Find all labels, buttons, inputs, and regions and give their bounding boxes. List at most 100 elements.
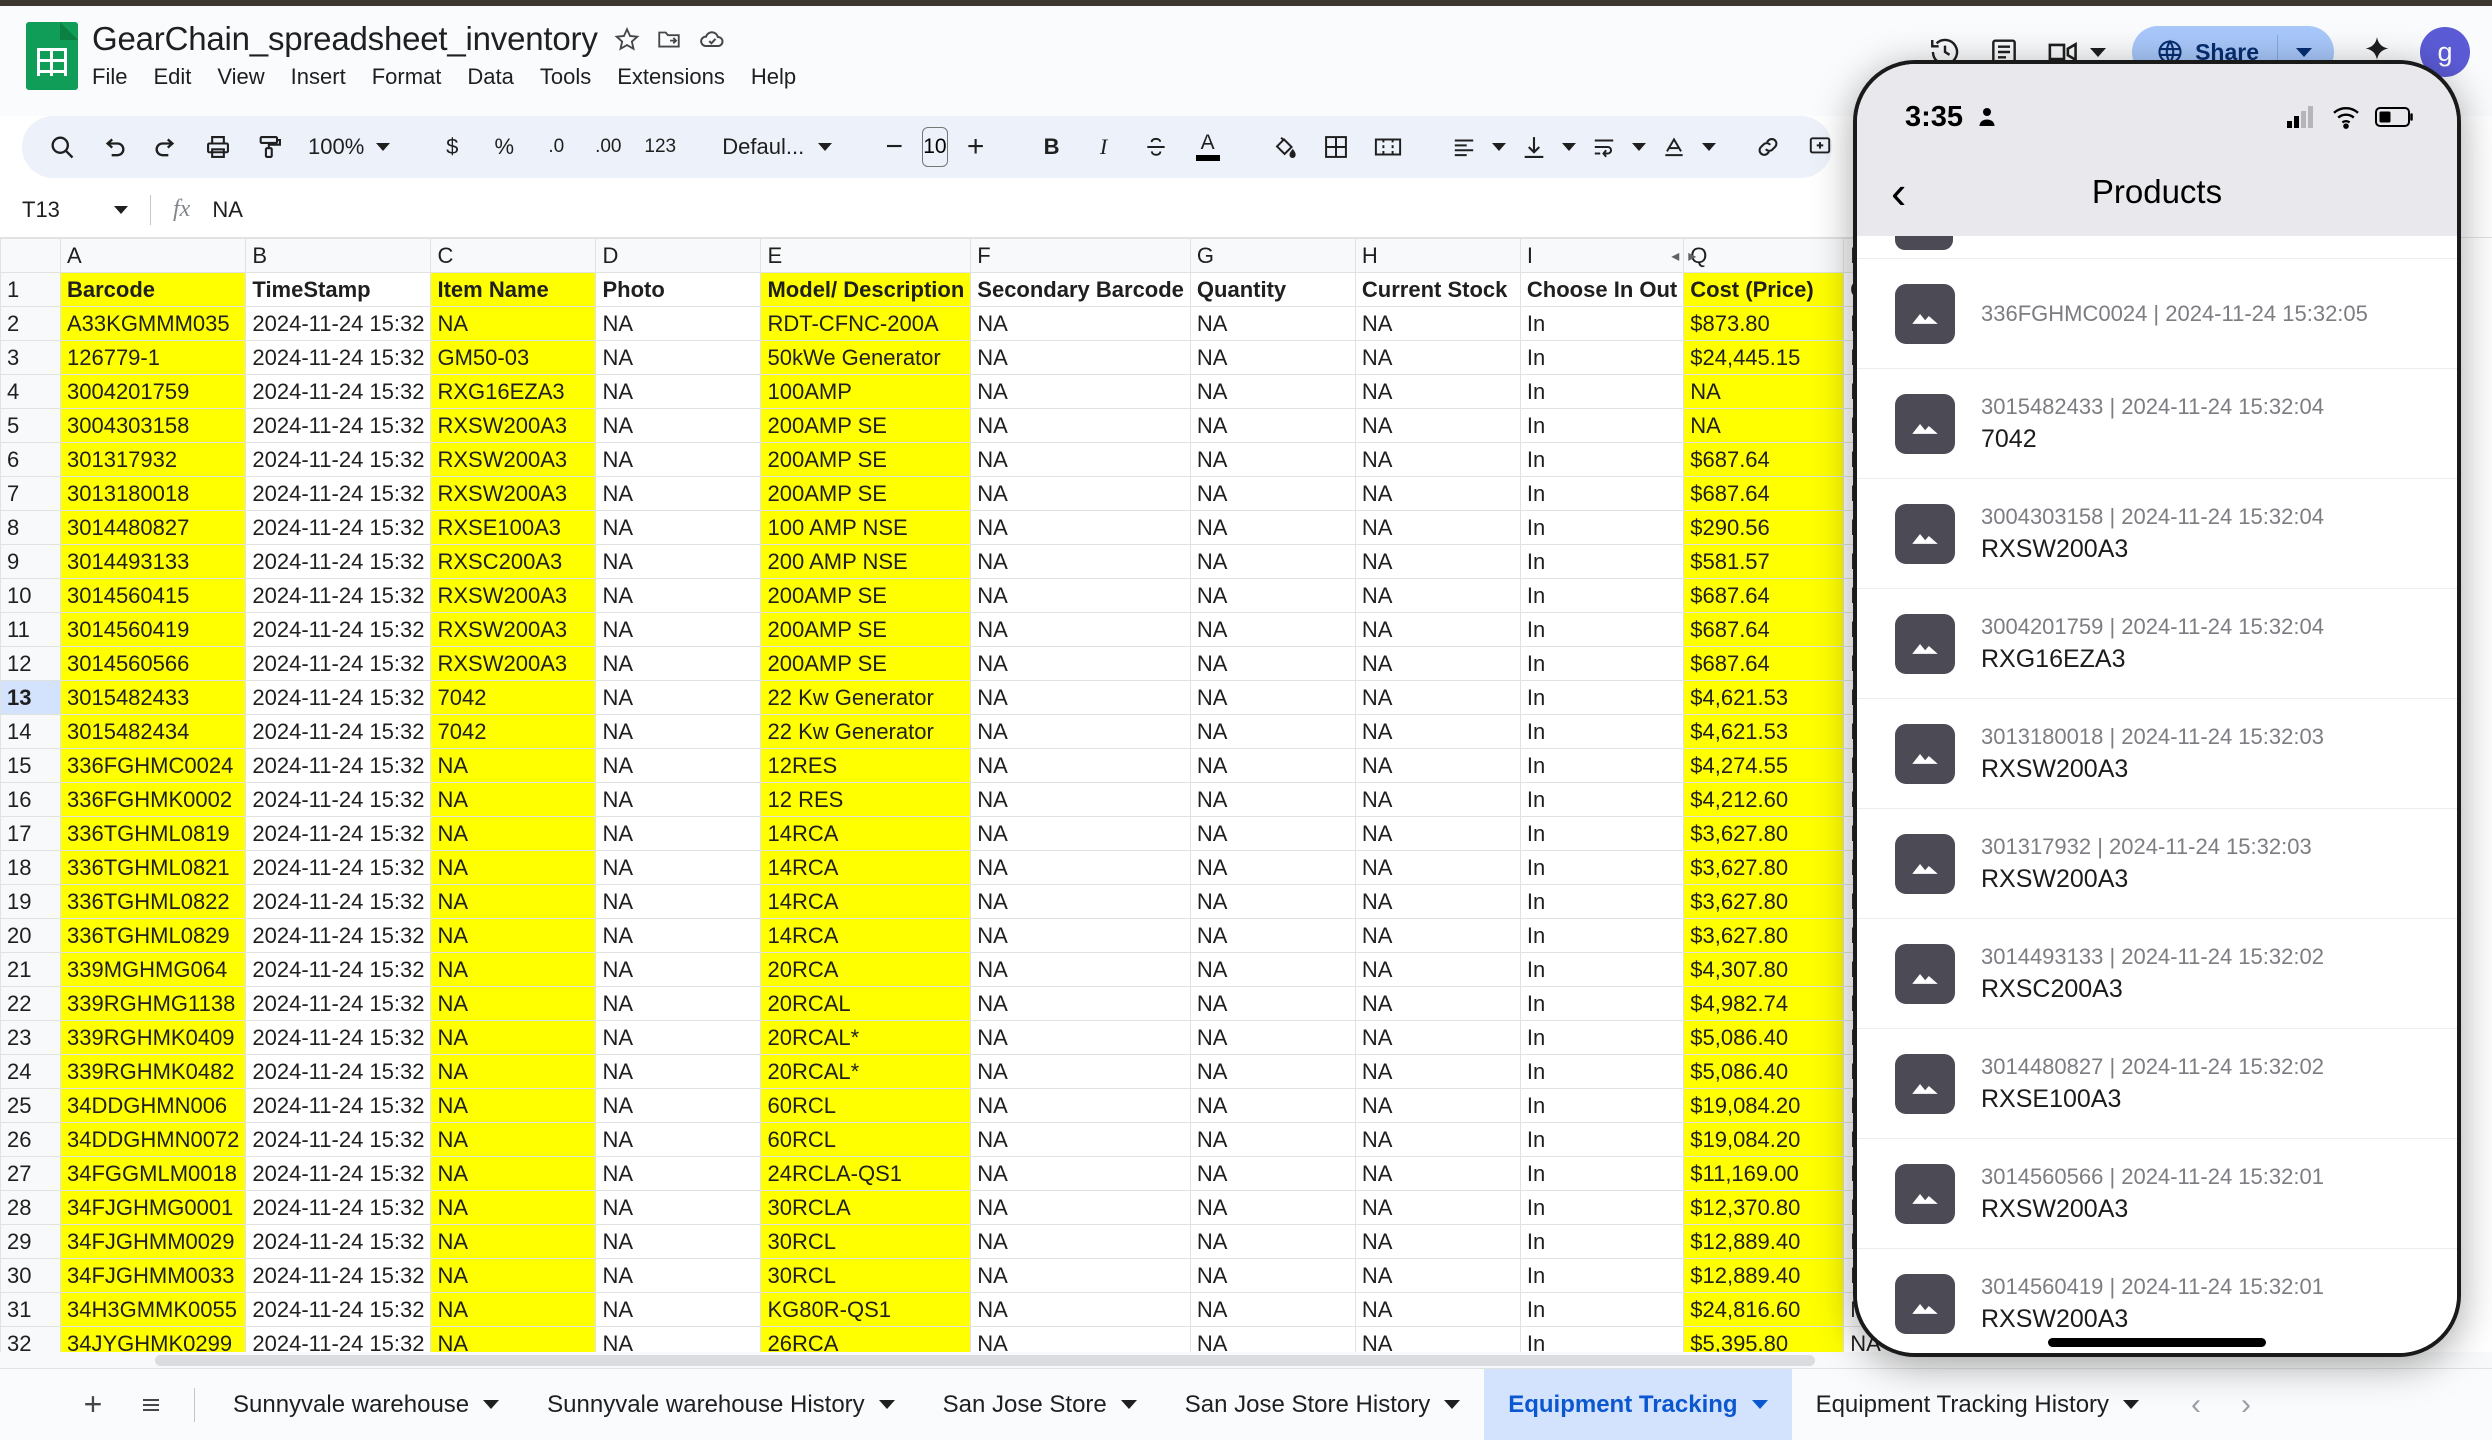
- menu-format[interactable]: Format: [372, 64, 442, 90]
- cell-H21[interactable]: NA: [1354, 952, 1521, 987]
- italic-button[interactable]: I: [1080, 123, 1128, 171]
- column-header-F[interactable]: F: [970, 238, 1191, 273]
- cell-B12[interactable]: 2024-11-24 15:32: [245, 646, 432, 681]
- document-title[interactable]: GearChain_spreadsheet_inventory: [92, 20, 598, 58]
- cell-C3[interactable]: GM50-03: [430, 340, 597, 375]
- bold-button[interactable]: B: [1028, 123, 1076, 171]
- cloud-saved-icon[interactable]: [698, 25, 726, 53]
- cell-B10[interactable]: 2024-11-24 15:32: [245, 578, 432, 613]
- cell-Q3[interactable]: $24,445.15: [1683, 340, 1845, 375]
- cell-I25[interactable]: In: [1519, 1088, 1685, 1123]
- cell-I23[interactable]: In: [1519, 1020, 1685, 1055]
- google-sheets-logo-icon[interactable]: [26, 22, 78, 90]
- cell-F20[interactable]: NA: [970, 918, 1191, 953]
- cell-I28[interactable]: In: [1519, 1190, 1685, 1225]
- cell-Q8[interactable]: $290.56: [1683, 510, 1845, 545]
- cell-E13[interactable]: 22 Kw Generator: [760, 680, 972, 715]
- cell-H10[interactable]: NA: [1354, 578, 1521, 613]
- cell-A26[interactable]: 34DDGHMN0072: [59, 1122, 247, 1157]
- cell-H9[interactable]: NA: [1354, 544, 1521, 579]
- row-header-16[interactable]: 16: [0, 782, 61, 817]
- cell-I9[interactable]: In: [1519, 544, 1685, 579]
- column-header-A[interactable]: A: [59, 238, 247, 273]
- cell-G8[interactable]: NA: [1189, 510, 1356, 545]
- cell-E4[interactable]: 100AMP: [760, 374, 972, 409]
- cell-F28[interactable]: NA: [970, 1190, 1191, 1225]
- row-header-21[interactable]: 21: [0, 952, 61, 987]
- cell-I24[interactable]: In: [1519, 1054, 1685, 1089]
- decrease-decimal-button[interactable]: .0: [532, 123, 580, 171]
- fill-color-icon[interactable]: [1260, 123, 1308, 171]
- cell-F11[interactable]: NA: [970, 612, 1191, 647]
- increase-decimal-button[interactable]: .00: [584, 123, 632, 171]
- cell-A7[interactable]: 3013180018: [59, 476, 247, 511]
- row-header-26[interactable]: 26: [0, 1122, 61, 1157]
- table-row[interactable]: 29 34FJGHMM0029 2024-11-24 15:32 NA NA 30RCL N…: [0, 1224, 2035, 1259]
- cell-G27[interactable]: NA: [1189, 1156, 1356, 1191]
- cell-A10[interactable]: 3014560415: [59, 578, 247, 613]
- menu-view[interactable]: View: [217, 64, 264, 90]
- list-item[interactable]: 3014493133 | 2024-11-24 15:32:02 RXSC200A…: [1857, 918, 2457, 1028]
- column-header-B[interactable]: B: [245, 238, 432, 273]
- cell-F24[interactable]: NA: [970, 1054, 1191, 1089]
- row-header-4[interactable]: 4: [0, 374, 61, 409]
- cell-F23[interactable]: NA: [970, 1020, 1191, 1055]
- cell-E10[interactable]: 200AMP SE: [760, 578, 972, 613]
- list-item[interactable]: 3004303158 | 2024-11-24 15:32:04 RXSW200A…: [1857, 478, 2457, 588]
- table-row[interactable]: 9 3014493133 2024-11-24 15:32 RXSC200A3 NA 20…: [0, 544, 2035, 579]
- cell-F14[interactable]: NA: [970, 714, 1191, 749]
- menu-tools[interactable]: Tools: [540, 64, 591, 90]
- products-list[interactable]: 336FGHMC0024 | 2024-11-24 15:32:05 301548…: [1857, 236, 2457, 1353]
- cell-F9[interactable]: NA: [970, 544, 1191, 579]
- column-header-C[interactable]: C: [430, 238, 597, 273]
- cell-D10[interactable]: NA: [595, 578, 762, 613]
- cell-Q25[interactable]: $19,084.20: [1683, 1088, 1845, 1123]
- sheet-tab-san-jose-store-history[interactable]: San Jose Store History: [1161, 1369, 1484, 1440]
- chevron-down-icon[interactable]: [1120, 1400, 1137, 1409]
- print-icon[interactable]: [194, 123, 242, 171]
- cell-A3[interactable]: 126779-1: [59, 340, 247, 375]
- table-row[interactable]: 2 A33KGMMM035 2024-11-24 15:32 NA NA RDT-CFN…: [0, 306, 2035, 341]
- row-header-28[interactable]: 28: [0, 1190, 61, 1225]
- cell-B24[interactable]: 2024-11-24 15:32: [245, 1054, 432, 1089]
- cell-B27[interactable]: 2024-11-24 15:32: [245, 1156, 432, 1191]
- list-item[interactable]: 3014480827 | 2024-11-24 15:32:02 RXSE100A…: [1857, 1028, 2457, 1138]
- cell-F22[interactable]: NA: [970, 986, 1191, 1021]
- sheet-tab-equipment-tracking-history[interactable]: Equipment Tracking History: [1792, 1369, 2163, 1440]
- cell-B31[interactable]: 2024-11-24 15:32: [245, 1292, 432, 1327]
- cell-E21[interactable]: 20RCA: [760, 952, 972, 987]
- cell-F1[interactable]: Secondary Barcode: [970, 272, 1191, 307]
- cell-A18[interactable]: 336TGHML0821: [59, 850, 247, 885]
- cell-B21[interactable]: 2024-11-24 15:32: [245, 952, 432, 987]
- cell-F18[interactable]: NA: [970, 850, 1191, 885]
- cell-Q22[interactable]: $4,982.74: [1683, 986, 1845, 1021]
- cell-H14[interactable]: NA: [1354, 714, 1521, 749]
- cell-C29[interactable]: NA: [430, 1224, 597, 1259]
- table-row[interactable]: 18 336TGHML0821 2024-11-24 15:32 NA NA 14RCA N…: [0, 850, 2035, 885]
- cell-I21[interactable]: In: [1519, 952, 1685, 987]
- cell-A14[interactable]: 3015482434: [59, 714, 247, 749]
- table-row[interactable]: 30 34FJGHMM0033 2024-11-24 15:32 NA NA 30RCL N…: [0, 1258, 2035, 1293]
- table-row[interactable]: 7 3013180018 2024-11-24 15:32 RXSW200A3 NA 20…: [0, 476, 2035, 511]
- cell-I2[interactable]: In: [1519, 306, 1685, 341]
- cell-G5[interactable]: NA: [1189, 408, 1356, 443]
- percent-format-button[interactable]: %: [480, 123, 528, 171]
- cell-G24[interactable]: NA: [1189, 1054, 1356, 1089]
- cell-H6[interactable]: NA: [1354, 442, 1521, 477]
- row-header-12[interactable]: 12: [0, 646, 61, 681]
- row-header-10[interactable]: 10: [0, 578, 61, 613]
- cell-A17[interactable]: 336TGHML0819: [59, 816, 247, 851]
- cell-E11[interactable]: 200AMP SE: [760, 612, 972, 647]
- cell-I13[interactable]: In: [1519, 680, 1685, 715]
- table-row[interactable]: 6 301317932 2024-11-24 15:32 RXSW200A3 NA 200…: [0, 442, 2035, 477]
- cell-D12[interactable]: NA: [595, 646, 762, 681]
- cell-E26[interactable]: 60RCL: [760, 1122, 972, 1157]
- cell-C4[interactable]: RXG16EZA3: [430, 374, 597, 409]
- cell-A6[interactable]: 301317932: [59, 442, 247, 477]
- cell-C30[interactable]: NA: [430, 1258, 597, 1293]
- cell-E24[interactable]: 20RCAL*: [760, 1054, 972, 1089]
- cell-G14[interactable]: NA: [1189, 714, 1356, 749]
- cell-G28[interactable]: NA: [1189, 1190, 1356, 1225]
- cell-G2[interactable]: NA: [1189, 306, 1356, 341]
- column-header-D[interactable]: D: [595, 238, 762, 273]
